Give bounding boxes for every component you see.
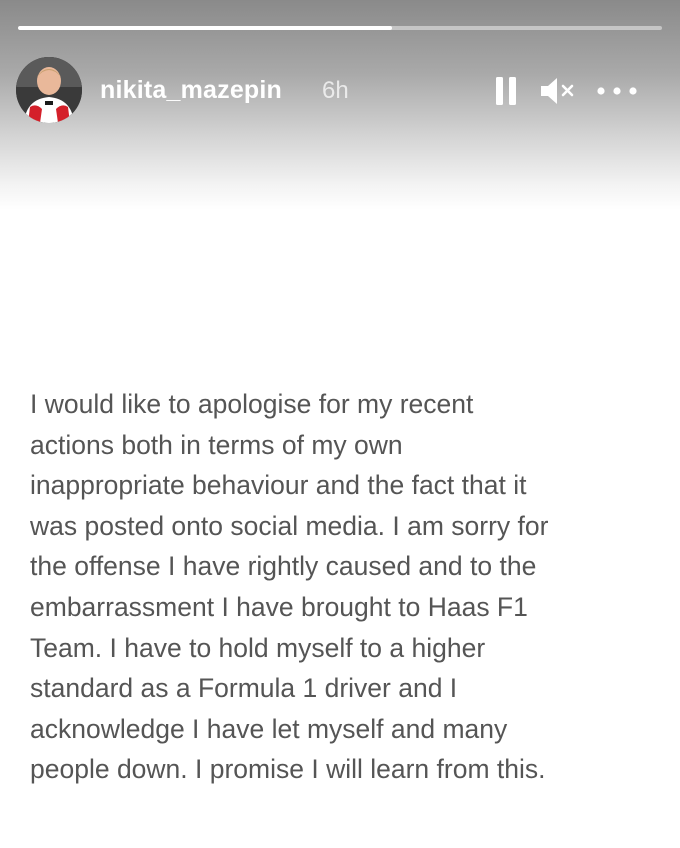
message-line: actions both in terms of my own bbox=[30, 429, 403, 460]
story-progress-bar bbox=[18, 26, 662, 30]
avatar[interactable] bbox=[16, 57, 82, 123]
message-line: was posted onto social media. I am sorry… bbox=[30, 510, 549, 541]
pause-icon bbox=[496, 77, 516, 105]
message-line: inappropriate behaviour and the fact tha… bbox=[30, 470, 527, 501]
more-options-button[interactable] bbox=[592, 78, 642, 104]
more-options-icon bbox=[597, 87, 637, 95]
story-viewer: nikita_mazepin 6h I would like to apolog… bbox=[0, 0, 680, 848]
muted-speaker-icon bbox=[541, 78, 574, 104]
message-line: embarrassment I have brought to Haas F1 bbox=[30, 591, 528, 622]
message-line: people down. I promise I will learn from… bbox=[30, 754, 546, 785]
profile-photo-icon bbox=[16, 57, 82, 123]
message-line: acknowledge I have let myself and many bbox=[30, 713, 508, 744]
message-line: I would like to apologise for my recent bbox=[30, 389, 474, 419]
message-line: the offense I have rightly caused and to… bbox=[30, 551, 537, 582]
pause-button[interactable] bbox=[494, 74, 520, 108]
mute-button[interactable] bbox=[538, 74, 580, 108]
apology-message: I would like to apologise for my recent … bbox=[30, 384, 660, 790]
message-line: Team. I have to hold myself to a higher bbox=[30, 632, 486, 663]
story-progress-fill bbox=[18, 26, 392, 30]
timestamp: 6h bbox=[322, 77, 349, 104]
message-line: standard as a Formula 1 driver and I bbox=[30, 673, 458, 704]
username[interactable]: nikita_mazepin bbox=[100, 76, 282, 105]
